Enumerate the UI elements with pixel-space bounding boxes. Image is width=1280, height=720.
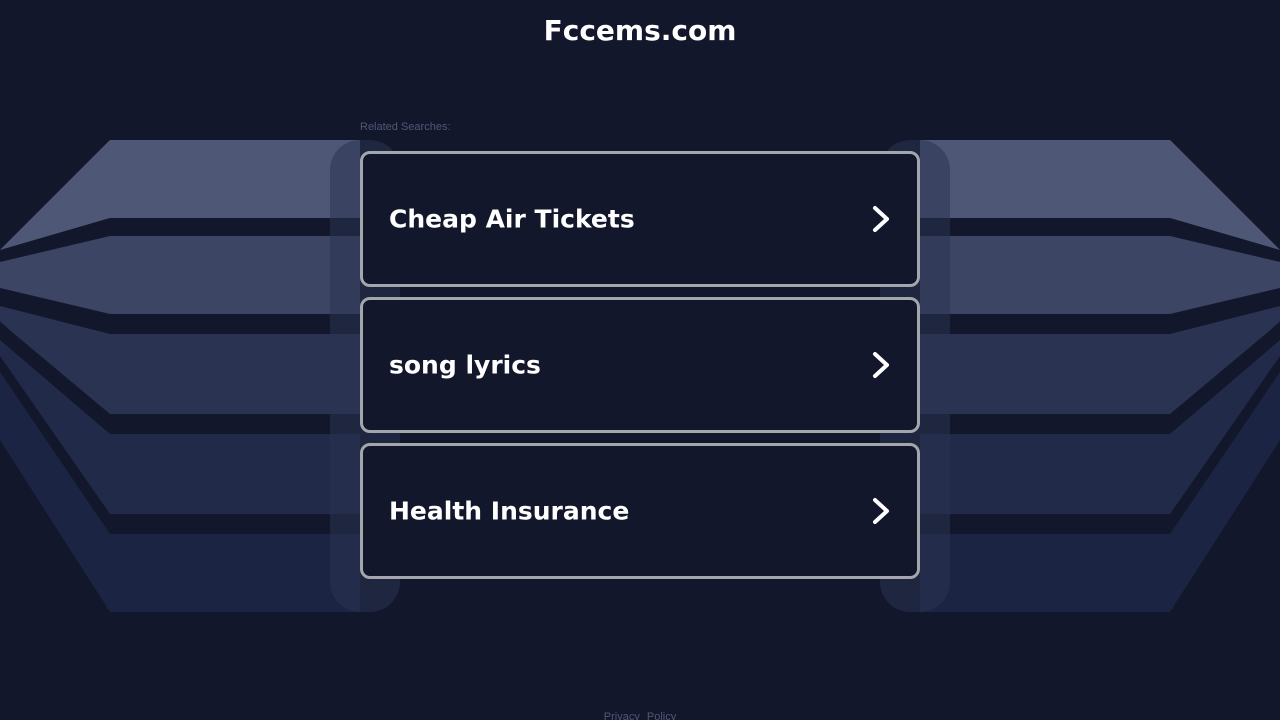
chevron-right-icon xyxy=(873,498,889,524)
parked-domain-page: Fccems.com Related Searches: Cheap Air T… xyxy=(0,0,1280,720)
related-searches-list: Cheap Air Tickets song lyrics Health Ins… xyxy=(360,151,920,589)
footer-link-privacy[interactable]: Privacy xyxy=(604,711,640,720)
footer-link-policy[interactable]: Policy xyxy=(647,711,676,720)
background-bands-left xyxy=(0,140,360,612)
site-title: Fccems.com xyxy=(543,14,737,47)
background-bands-right xyxy=(920,140,1280,612)
related-search-label: Cheap Air Tickets xyxy=(389,204,635,234)
chevron-right-icon xyxy=(873,352,889,378)
related-searches-heading: Related Searches: xyxy=(360,121,451,133)
related-search-cheap-air-tickets[interactable]: Cheap Air Tickets xyxy=(360,151,920,287)
related-search-health-insurance[interactable]: Health Insurance xyxy=(360,443,920,579)
related-search-label: Health Insurance xyxy=(389,496,630,526)
related-search-song-lyrics[interactable]: song lyrics xyxy=(360,297,920,433)
footer-links: Privacy Policy xyxy=(0,711,1280,720)
chevron-right-icon xyxy=(873,206,889,232)
related-search-label: song lyrics xyxy=(389,350,541,380)
